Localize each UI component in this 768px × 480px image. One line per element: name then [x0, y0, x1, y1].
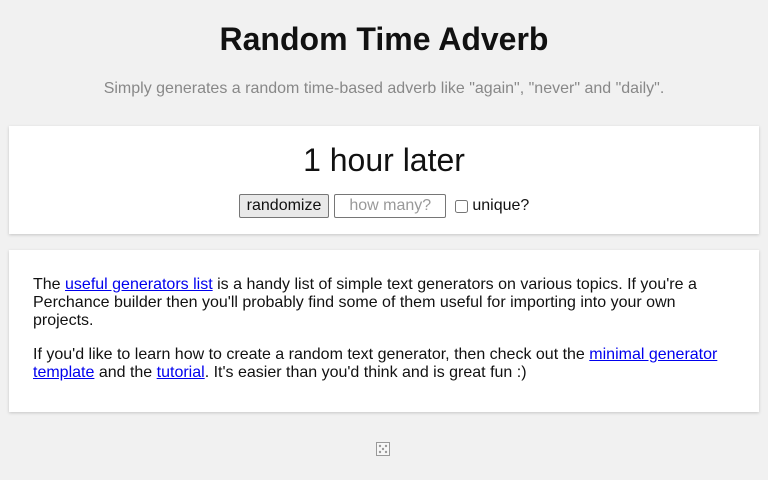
randomize-button[interactable]: randomize	[238, 194, 330, 218]
useful-generators-list-link[interactable]: useful generators list	[65, 276, 213, 293]
tutorial-link[interactable]: tutorial	[157, 364, 205, 381]
dice-icon[interactable]	[376, 442, 390, 456]
info-paragraph-2: If you'd like to learn how to create a r…	[33, 346, 735, 382]
page-subtitle: Simply generates a random time-based adv…	[103, 80, 665, 97]
how-many-input[interactable]	[334, 194, 447, 218]
info-card: The useful generators list is a handy li…	[9, 250, 759, 412]
info-paragraph-1: The useful generators list is a handy li…	[33, 276, 735, 330]
generator-card: 1 hour later randomize unique?	[9, 126, 759, 234]
info-text: If you'd like to learn how to create a r…	[33, 346, 590, 363]
unique-checkbox[interactable]	[455, 199, 469, 213]
page-title: Random Time Adverb	[219, 21, 549, 57]
page: Random Time Adverb Simply generates a ra…	[0, 0, 768, 480]
unique-label: unique?	[472, 197, 530, 214]
info-text: . It's easier than you'd think and is gr…	[204, 364, 527, 381]
info-text: and the	[94, 364, 157, 381]
generated-output: 1 hour later	[303, 142, 465, 178]
info-text: The	[33, 276, 66, 293]
generator-controls: randomize unique?	[9, 194, 759, 218]
